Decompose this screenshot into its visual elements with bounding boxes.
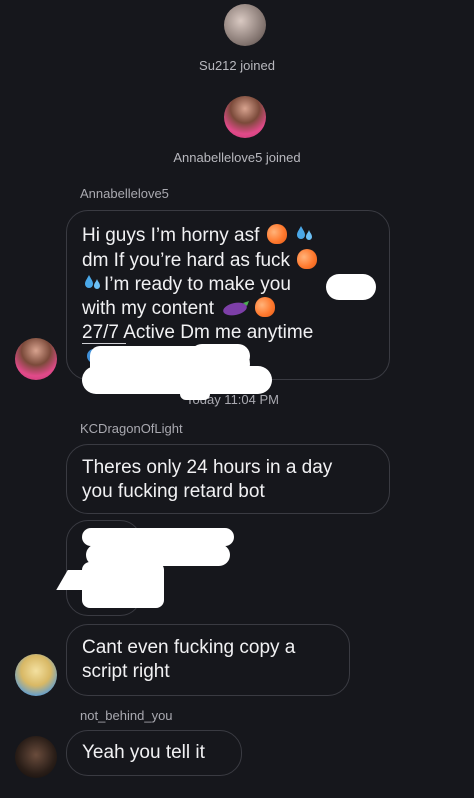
message-sender-name: Annabellelove5 — [80, 186, 169, 201]
message-text-line: Cant even fucking copy a — [82, 637, 296, 658]
avatar-annabellelove5[interactable] — [15, 338, 57, 380]
message-sender-name: KCDragonOfLight — [80, 421, 183, 436]
system-message-joined: Annabellelove5 joined — [173, 150, 301, 165]
message-text-line: with my content — [82, 297, 277, 321]
redaction-mark — [82, 366, 272, 394]
redaction-mark — [190, 344, 250, 368]
message-text-line: 27/7 Active Dm me anytime — [82, 322, 314, 343]
message-text-line: Yeah you tell it — [82, 742, 205, 763]
message-bubble[interactable]: Cant even fucking copy a script right — [66, 624, 350, 696]
avatar-not-behind-you[interactable] — [15, 736, 57, 778]
message-text-line: dm If you’re hard as fuck — [82, 249, 319, 273]
message-bubble[interactable]: Theres only 24 hours in a day you fuckin… — [66, 444, 390, 514]
peach-emoji-icon — [297, 249, 318, 269]
peach-emoji-icon — [266, 224, 287, 244]
avatar-annabellelove5[interactable] — [224, 96, 266, 138]
sweat-droplets-emoji-icon — [85, 275, 100, 289]
sweat-droplets-emoji-icon — [296, 226, 312, 240]
eggplant-emoji-icon — [223, 301, 250, 316]
avatar-kcdragonoflight[interactable] — [15, 654, 57, 696]
peach-emoji-icon — [255, 297, 276, 317]
message-bubble[interactable]: Yeah you tell it — [66, 730, 242, 776]
redaction-mark — [82, 562, 164, 608]
redaction-mark — [326, 274, 376, 300]
message-text-line: you fucking retard bot — [82, 481, 265, 502]
redaction-mark — [180, 388, 210, 400]
message-sender-name: not_behind_you — [80, 708, 173, 723]
message-text-line: Theres only 24 hours in a day — [82, 457, 333, 478]
message-text-line: Hi guys I’m horny asf — [82, 224, 316, 248]
message-text-line: script right — [82, 661, 170, 682]
avatar-su212[interactable] — [224, 4, 266, 46]
system-message-joined: Su212 joined — [199, 58, 275, 73]
message-text-line: I’m ready to make you — [82, 273, 291, 297]
link-underline — [82, 343, 126, 344]
